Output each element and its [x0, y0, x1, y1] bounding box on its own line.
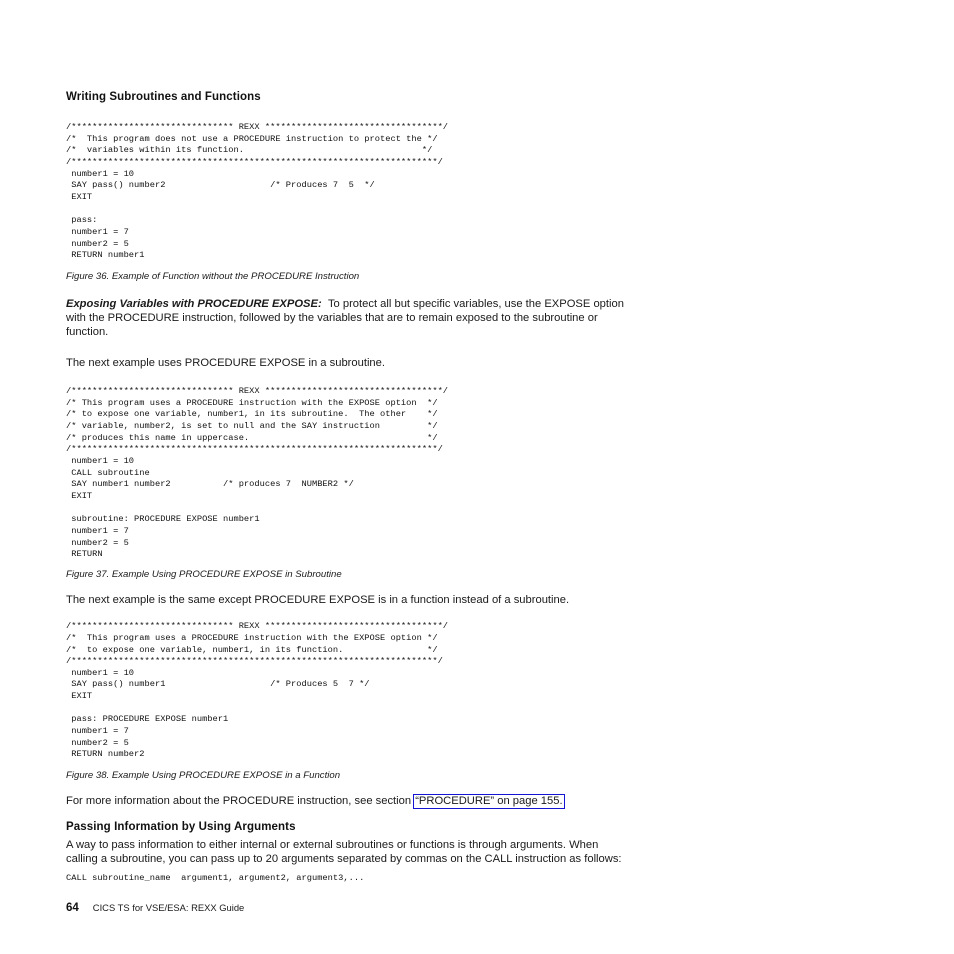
code-snippet-call-syntax: CALL subroutine_name argument1, argument…: [66, 873, 365, 884]
run-in-title-expose: Exposing Variables with PROCEDURE EXPOSE…: [66, 297, 322, 310]
page-content-area: Writing Subroutines and Functions /*****…: [66, 90, 888, 885]
figure-caption-37: Figure 37. Example Using PROCEDURE EXPOS…: [66, 568, 342, 580]
paragraph-exposing-variables: Exposing Variables with PROCEDURE EXPOSE…: [66, 297, 626, 340]
page-footer: 64 CICS TS for VSE/ESA: REXX Guide: [66, 902, 244, 914]
code-listing-figure-38: /******************************* REXX **…: [66, 621, 449, 760]
paragraph-next-example-subroutine: The next example uses PROCEDURE EXPOSE i…: [66, 356, 385, 369]
paragraph-more-information: For more information about the PROCEDURE…: [66, 794, 626, 809]
folio-page-number: 64: [66, 902, 79, 914]
paragraph-next-example-function: The next example is the same except PROC…: [66, 593, 570, 606]
code-listing-figure-37: /******************************* REXX **…: [66, 386, 449, 560]
section-heading-passing-information: Passing Information by Using Arguments: [66, 820, 296, 833]
document-page: { "document": { "title": "CICS TS for VS…: [0, 0, 954, 954]
code-listing-figure-36: /******************************* REXX **…: [66, 122, 449, 261]
running-footer-title: CICS TS for VSE/ESA: REXX Guide: [92, 902, 245, 913]
paragraph-passing-information-body: A way to pass information to either inte…: [66, 838, 622, 865]
link-procedure-page-155[interactable]: “PROCEDURE” on page 155.: [413, 794, 565, 809]
more-info-prefix-text: For more information about the PROCEDURE…: [66, 795, 415, 808]
figure-caption-36: Figure 36. Example of Function without t…: [66, 270, 360, 282]
figure-caption-38: Figure 38. Example Using PROCEDURE EXPOS…: [66, 770, 341, 782]
page-title: Writing Subroutines and Functions: [66, 91, 261, 103]
